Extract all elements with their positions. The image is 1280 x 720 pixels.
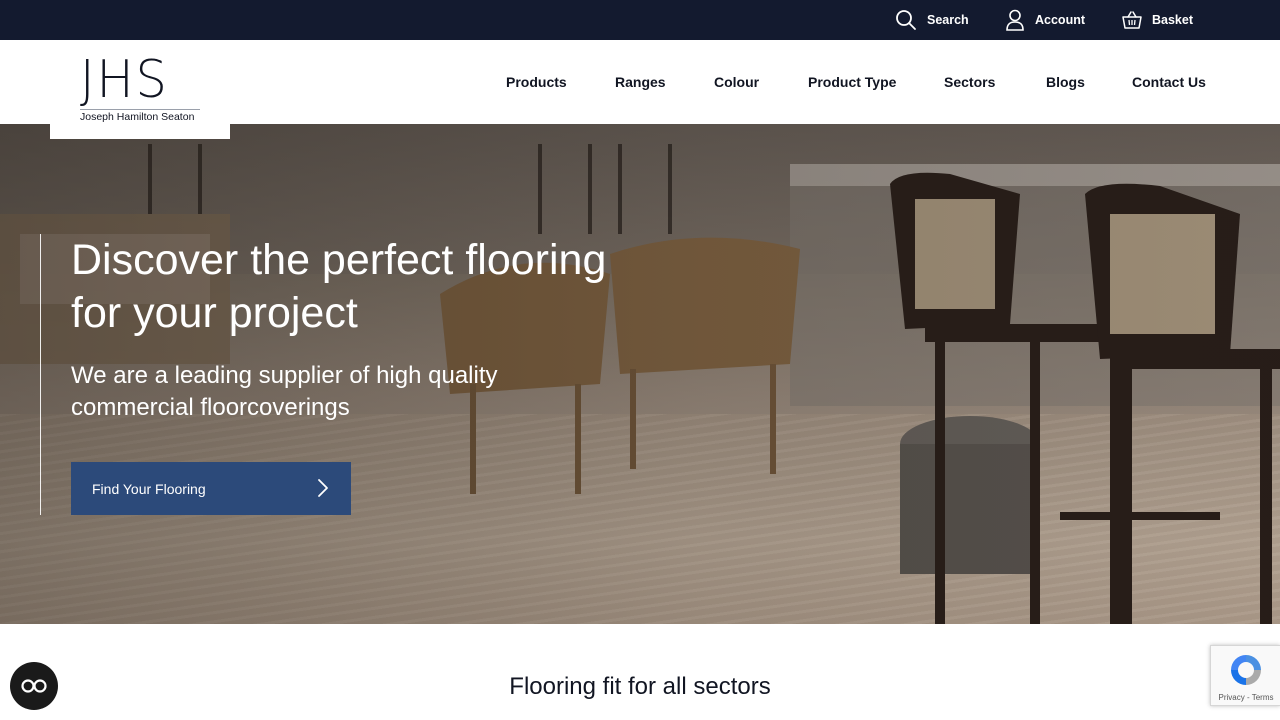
nav-blogs[interactable]: Blogs: [1046, 74, 1085, 90]
hero-accent-line: [40, 234, 41, 515]
hero-banner: Discover the perfect flooring for your p…: [0, 124, 1280, 624]
basket-icon: [1122, 11, 1142, 29]
account-label: Account: [1035, 13, 1085, 27]
nav-product-type[interactable]: Product Type: [808, 74, 896, 90]
basket-label: Basket: [1152, 13, 1193, 27]
nav-ranges[interactable]: Ranges: [615, 74, 666, 90]
search-link[interactable]: Search: [895, 0, 969, 40]
recaptcha-badge[interactable]: Privacy - Terms: [1210, 645, 1280, 706]
logo-company-name: Joseph Hamilton Seaton: [80, 111, 195, 123]
logo-divider: [80, 109, 200, 110]
sectors-section-title: Flooring fit for all sectors: [509, 673, 771, 700]
top-utility-bar: Search Account Basket: [0, 0, 1280, 40]
accessibility-icon: [21, 679, 47, 693]
chevron-right-icon: [318, 479, 328, 497]
hero-title: Discover the perfect flooring for your p…: [71, 234, 691, 340]
hero-subtitle-line-2: commercial floorcoverings: [71, 394, 350, 421]
nav-products[interactable]: Products: [506, 74, 567, 90]
hero-subtitle: We are a leading supplier of high qualit…: [71, 360, 591, 424]
search-icon: [896, 10, 916, 30]
basket-link[interactable]: Basket: [1122, 0, 1193, 40]
hero-title-line-1: Discover the perfect flooring: [71, 236, 607, 284]
recaptcha-terms-link[interactable]: Privacy - Terms: [1211, 693, 1280, 702]
nav-sectors[interactable]: Sectors: [944, 74, 995, 90]
nav-colour[interactable]: Colour: [714, 74, 759, 90]
user-icon: [1006, 9, 1024, 31]
site-logo[interactable]: JHS Joseph Hamilton Seaton: [50, 40, 230, 139]
logo-mark: JHS: [80, 50, 169, 110]
recaptcha-icon: [1231, 655, 1261, 685]
find-your-flooring-button[interactable]: Find Your Flooring: [71, 462, 351, 515]
accessibility-button[interactable]: [10, 662, 58, 710]
nav-contact-us[interactable]: Contact Us: [1132, 74, 1206, 90]
hero-subtitle-line-1: We are a leading supplier of high qualit…: [71, 362, 498, 389]
search-label: Search: [927, 13, 969, 27]
hero-title-line-2: for your project: [71, 289, 358, 337]
find-your-flooring-label: Find Your Flooring: [92, 480, 206, 497]
account-link[interactable]: Account: [1005, 0, 1085, 40]
